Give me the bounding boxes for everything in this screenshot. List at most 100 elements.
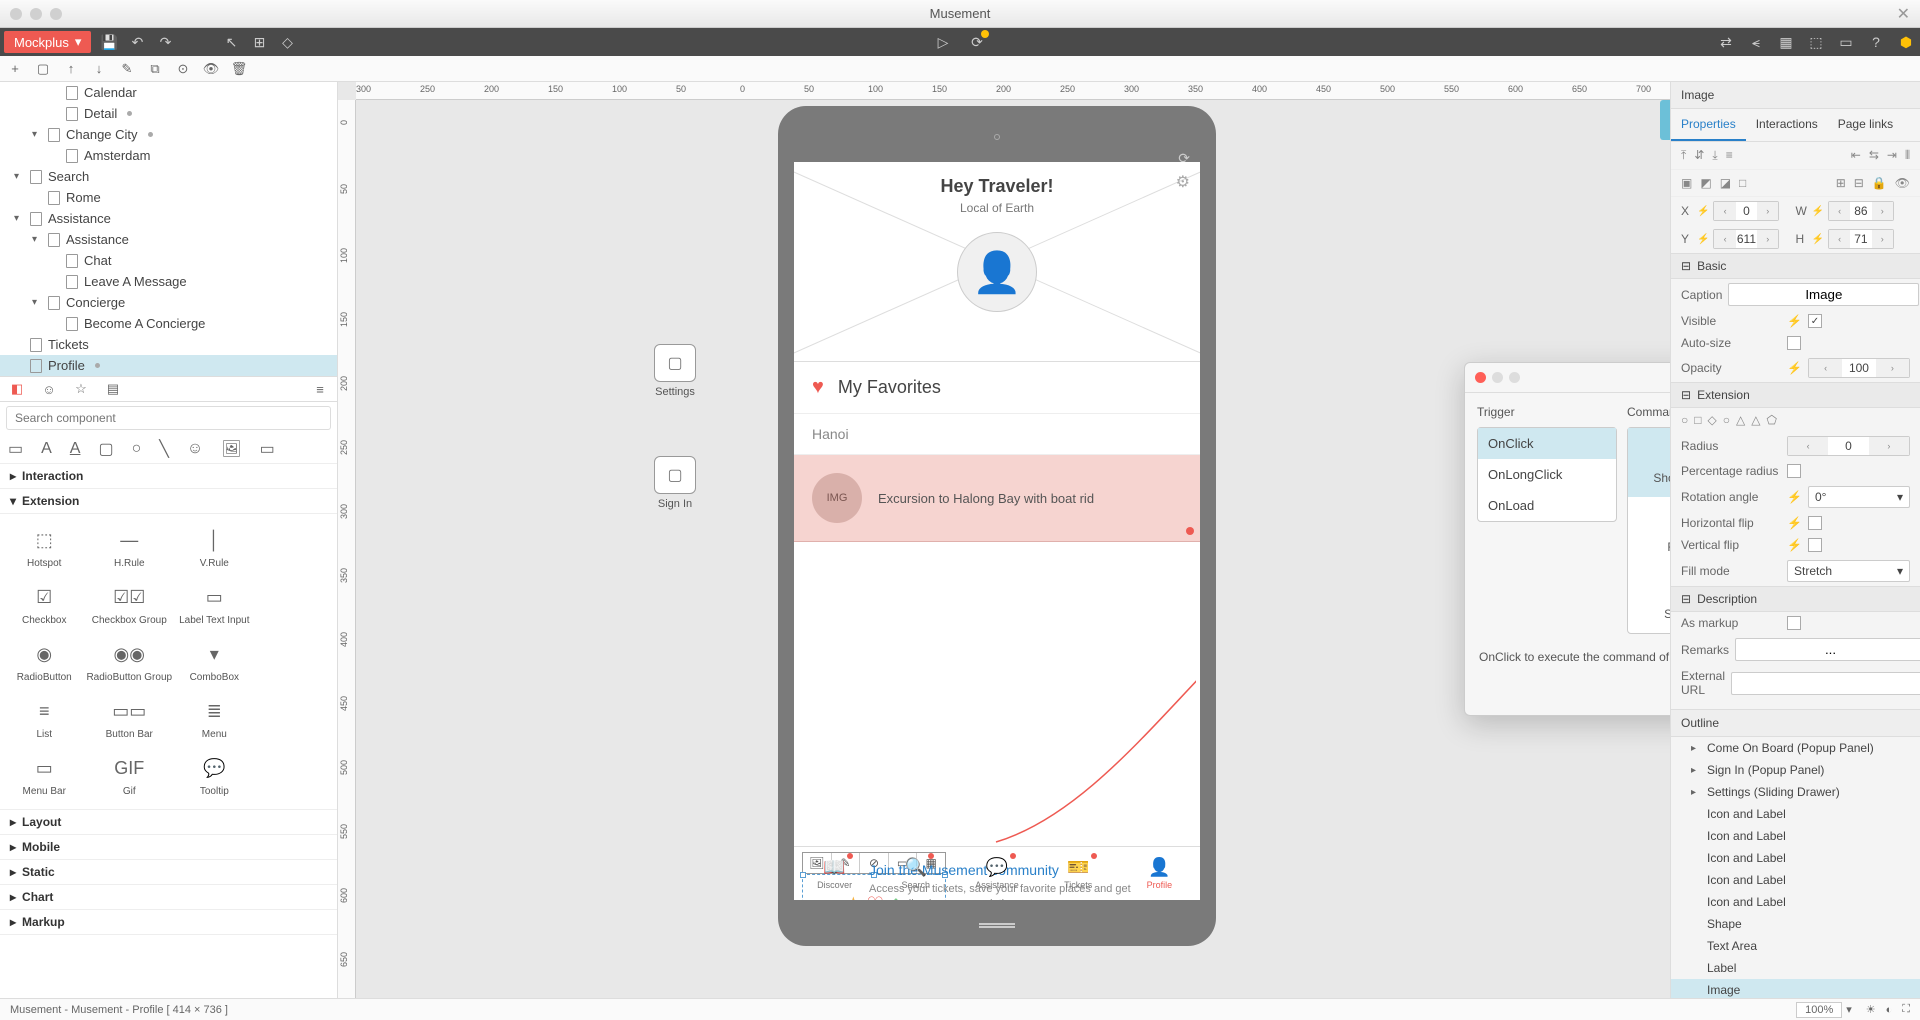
component-tooltip[interactable]: 💬Tooltip bbox=[176, 748, 252, 803]
command-show-hide[interactable]: 👁Show / Hide bbox=[1628, 428, 1670, 497]
fillmode-select[interactable]: Stretch▾ bbox=[1787, 560, 1910, 582]
x-input[interactable]: ‹0› bbox=[1713, 201, 1779, 221]
zoom-dropdown-icon[interactable]: ▾ bbox=[1846, 1003, 1852, 1016]
favorites-row[interactable]: ♥ My Favorites bbox=[794, 362, 1200, 414]
tab-properties[interactable]: Properties bbox=[1671, 109, 1746, 141]
tab-page-links[interactable]: Page links bbox=[1828, 109, 1903, 141]
down-icon[interactable]: ↓ bbox=[90, 60, 108, 78]
zoom-value[interactable]: 100% bbox=[1796, 1002, 1842, 1018]
grid-icon[interactable]: ⊞ bbox=[249, 32, 269, 52]
remarks-input[interactable] bbox=[1735, 638, 1920, 661]
pradius-checkbox[interactable] bbox=[1787, 464, 1801, 478]
tree-item[interactable]: Become A Concierge bbox=[0, 313, 337, 334]
trigger-onlongclick[interactable]: OnLongClick bbox=[1478, 459, 1616, 490]
fullscreen-icon[interactable]: ⛶ bbox=[1902, 1003, 1910, 1016]
outline-item[interactable]: Icon and Label bbox=[1671, 825, 1920, 847]
component-radiobutton-group[interactable]: ◉◉RadioButton Group bbox=[84, 634, 174, 689]
align-toolbar[interactable]: ⤒⇵⤓≡ ⇤⇆⇥⫴ bbox=[1671, 142, 1920, 170]
section-chart[interactable]: ▸Chart bbox=[0, 885, 337, 910]
trigger-onclick[interactable]: OnClick bbox=[1478, 428, 1616, 459]
component-checkbox-group[interactable]: ☑☑Checkbox Group bbox=[84, 577, 174, 632]
outline-item[interactable]: Icon and Label bbox=[1671, 803, 1920, 825]
section-description[interactable]: ⊟Description bbox=[1671, 586, 1920, 612]
shape-icon[interactable]: ◇ bbox=[277, 32, 297, 52]
copy-icon[interactable]: ⧉ bbox=[146, 60, 164, 78]
tab-discover[interactable]: 📖Discover bbox=[794, 847, 875, 900]
excursion-row[interactable]: IMG Excursion to Halong Bay with boat ri… bbox=[794, 455, 1200, 542]
command-resize[interactable]: ⬚Resize bbox=[1628, 497, 1670, 566]
tree-item[interactable]: Detail bbox=[0, 103, 337, 124]
tree-item[interactable]: Rome bbox=[0, 187, 337, 208]
undo-icon[interactable]: ↶ bbox=[127, 32, 147, 52]
floating-sign-in[interactable]: ▢Sign In bbox=[654, 456, 696, 510]
tree-item[interactable]: Chat bbox=[0, 250, 337, 271]
section-static[interactable]: ▸Static bbox=[0, 860, 337, 885]
markup-checkbox[interactable] bbox=[1787, 616, 1801, 630]
tree-item[interactable]: ▾Assistance bbox=[0, 229, 337, 250]
component-combobox[interactable]: ▾ComboBox bbox=[176, 634, 252, 689]
opacity-input[interactable]: ‹100› bbox=[1808, 358, 1910, 378]
section-extension-props[interactable]: ⊟Extension bbox=[1671, 382, 1920, 408]
component-list[interactable]: ≡List bbox=[6, 691, 82, 746]
canvas-grip[interactable] bbox=[1660, 100, 1670, 140]
section-mobile[interactable]: ▸Mobile bbox=[0, 835, 337, 860]
sync-icon[interactable]: ⟳ bbox=[967, 32, 987, 52]
close-icon[interactable]: ✕ bbox=[1897, 4, 1910, 24]
component-radiobutton[interactable]: ◉RadioButton bbox=[6, 634, 82, 689]
tree-item[interactable]: Leave A Message bbox=[0, 271, 337, 292]
tab-tickets[interactable]: 🎫Tickets bbox=[1038, 847, 1119, 900]
component-h.rule[interactable]: —H.Rule bbox=[84, 520, 174, 575]
canvas[interactable]: 3002502001501005005010015020025030035040… bbox=[338, 82, 1670, 998]
outline-item[interactable]: Image bbox=[1671, 979, 1920, 998]
outline-list[interactable]: ▸Come On Board (Popup Panel)▸Sign In (Po… bbox=[1671, 737, 1920, 998]
share-icon[interactable]: ⪪ bbox=[1746, 32, 1766, 52]
component-tabs[interactable]: ◧ ☺ ☆ ▤ ≡ bbox=[0, 376, 337, 402]
brightness-icon[interactable]: ☀ bbox=[1866, 1003, 1876, 1016]
outline-item[interactable]: Shape bbox=[1671, 913, 1920, 935]
visible-checkbox[interactable]: ✓ bbox=[1808, 314, 1822, 328]
section-markup[interactable]: ▸Markup bbox=[0, 910, 337, 935]
search-icon[interactable]: ⊙ bbox=[174, 60, 192, 78]
section-extension[interactable]: ▾Extension bbox=[0, 489, 337, 514]
tab-assistance[interactable]: 💬Assistance bbox=[956, 847, 1037, 900]
edit-icon[interactable]: ✎ bbox=[118, 60, 136, 78]
outline-item[interactable]: Text Area bbox=[1671, 935, 1920, 957]
screen[interactable]: ⚙ Hey Traveler! Local of Earth 👤 ♥ My Fa… bbox=[794, 162, 1200, 900]
contrast-icon[interactable]: ◐ bbox=[1886, 1004, 1893, 1016]
gear-icon[interactable]: ⚙ bbox=[1176, 172, 1190, 192]
outline-item[interactable]: ▸Sign In (Popup Panel) bbox=[1671, 759, 1920, 781]
component-menu-bar[interactable]: ▭Menu Bar bbox=[6, 748, 82, 803]
section-interaction[interactable]: ▸Interaction bbox=[0, 464, 337, 489]
folder-icon[interactable]: ▢ bbox=[34, 60, 52, 78]
section-basic[interactable]: ⊟Basic bbox=[1671, 253, 1920, 279]
eye-icon[interactable]: 👁 bbox=[202, 60, 220, 78]
tab-search[interactable]: 🔍Search bbox=[875, 847, 956, 900]
component-label-text-input[interactable]: ▭Label Text Input bbox=[176, 577, 252, 632]
tree-item[interactable]: Profile bbox=[0, 355, 337, 376]
vflip-checkbox[interactable] bbox=[1808, 538, 1822, 552]
avatar[interactable]: 👤 bbox=[957, 232, 1037, 312]
section-layout[interactable]: ▸Layout bbox=[0, 810, 337, 835]
component-checkbox[interactable]: ☑Checkbox bbox=[6, 577, 82, 632]
add-icon[interactable]: + bbox=[6, 60, 24, 78]
rotation-select[interactable]: 0°▾ bbox=[1808, 486, 1910, 508]
tree-item[interactable]: ▾Concierge bbox=[0, 292, 337, 313]
up-icon[interactable]: ↑ bbox=[62, 60, 80, 78]
tree-item[interactable]: ▾Search bbox=[0, 166, 337, 187]
tree-item[interactable]: Amsterdam bbox=[0, 145, 337, 166]
y-input[interactable]: ‹611› bbox=[1713, 229, 1779, 249]
cursor-icon[interactable]: ↖ bbox=[221, 32, 241, 52]
component-gif[interactable]: GIFGif bbox=[84, 748, 174, 803]
tab-profile[interactable]: 👤Profile bbox=[1119, 847, 1200, 900]
page-tree[interactable]: CalendarDetail▾Change CityAmsterdam▾Sear… bbox=[0, 82, 337, 376]
tab-interactions[interactable]: Interactions bbox=[1746, 109, 1828, 141]
play-icon[interactable]: ▷ bbox=[933, 32, 953, 52]
outline-item[interactable]: Icon and Label bbox=[1671, 869, 1920, 891]
autosize-checkbox[interactable] bbox=[1787, 336, 1801, 350]
traffic-lights[interactable] bbox=[10, 8, 62, 20]
outline-item[interactable]: Icon and Label bbox=[1671, 891, 1920, 913]
search-input[interactable] bbox=[6, 406, 331, 430]
shape-picker[interactable]: ○□◇○△△⬠ bbox=[1671, 408, 1920, 432]
component-button-bar[interactable]: ▭▭Button Bar bbox=[84, 691, 174, 746]
save-icon[interactable]: 💾 bbox=[99, 32, 119, 52]
